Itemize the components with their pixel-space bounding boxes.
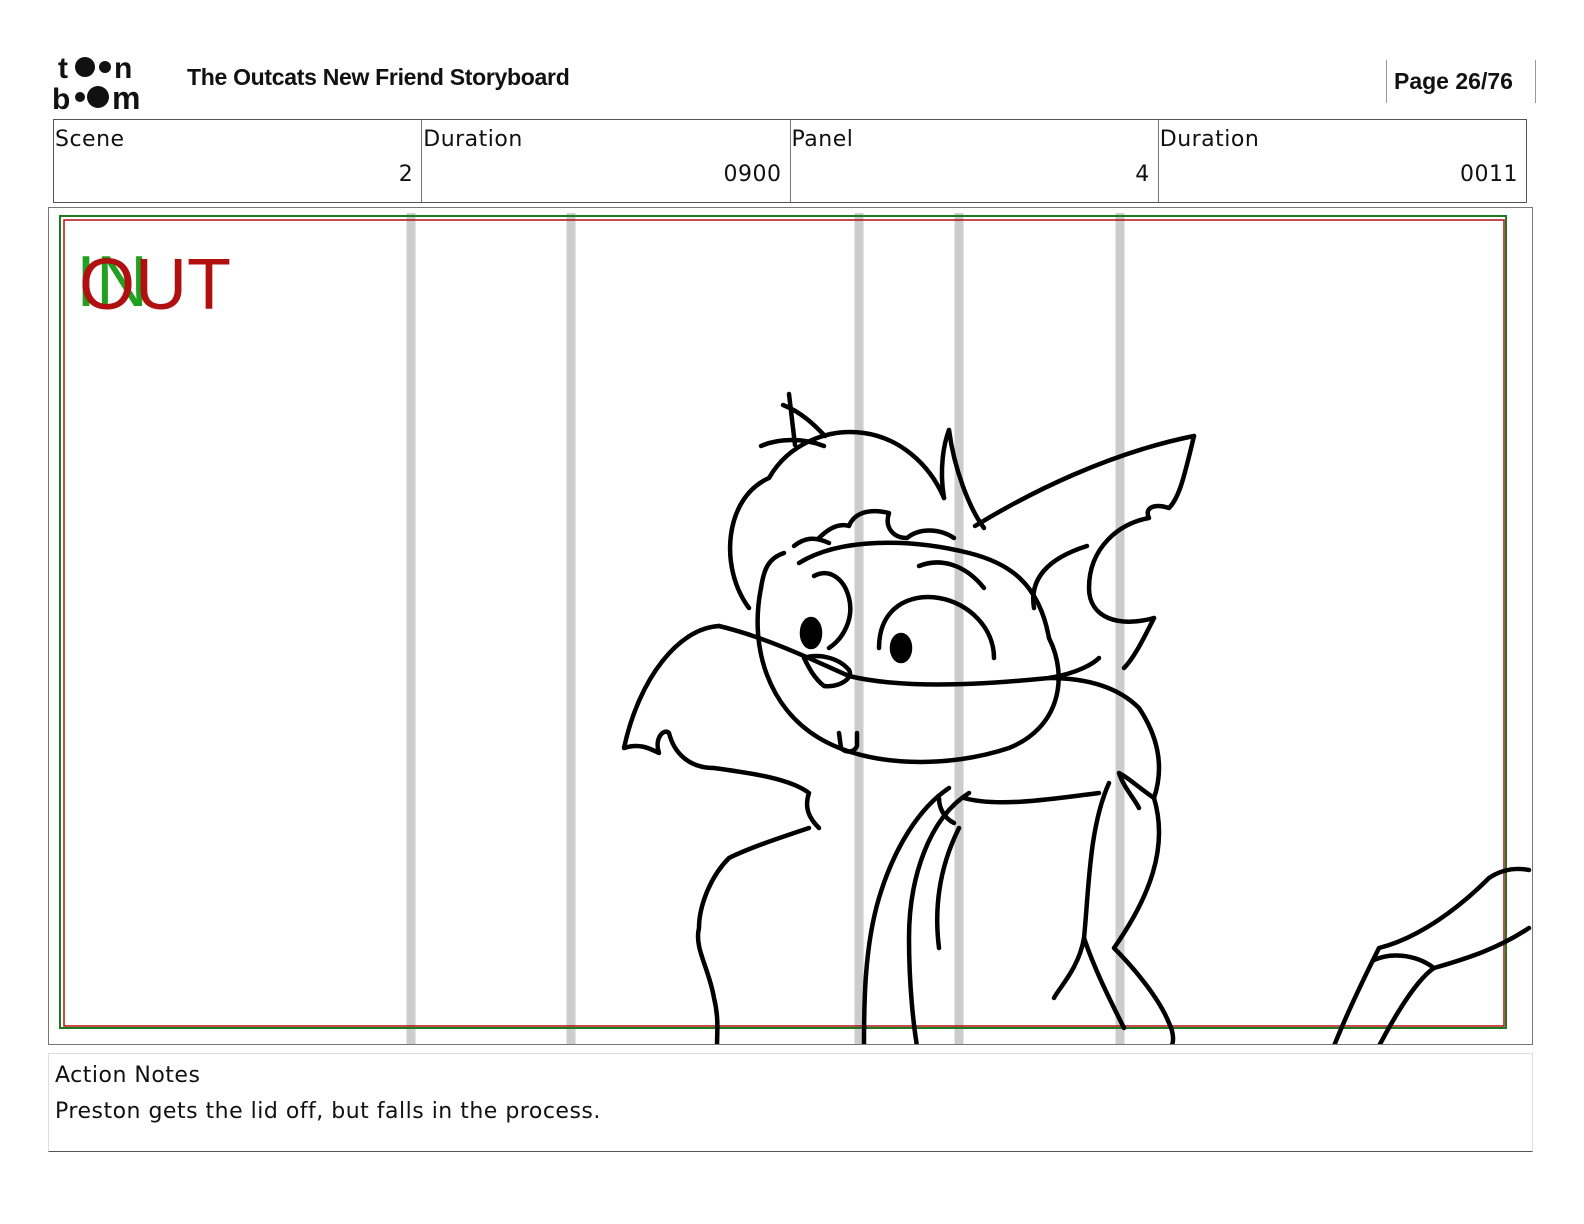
panel-value: 4 <box>1135 162 1150 187</box>
red-frame-border <box>63 219 1505 1027</box>
panel-duration-value: 0011 <box>1460 162 1518 187</box>
panel-duration-label: Duration <box>1159 127 1260 152</box>
panel-duration-cell: Duration 0011 <box>1159 120 1526 202</box>
toonboom-logo: t n b m <box>52 52 140 112</box>
action-notes-text: Preston gets the lid off, but falls in t… <box>55 1099 601 1124</box>
panel-cell: Panel 4 <box>791 120 1159 202</box>
scene-cell: Scene 2 <box>54 120 423 202</box>
scene-info-table: Scene 2 Duration 0900 Panel 4 Duration 0… <box>53 119 1527 203</box>
storyboard-panel: IN OUT <box>48 207 1533 1045</box>
action-notes-label: Action Notes <box>55 1063 201 1088</box>
cat-sketch <box>621 391 1532 1044</box>
scene-duration-value: 0900 <box>723 162 782 187</box>
out-marker: OUT <box>79 245 231 325</box>
panel-label: Panel <box>791 127 854 152</box>
svg-text:b: b <box>52 83 70 112</box>
svg-text:m: m <box>112 80 140 112</box>
scene-duration-cell: Duration 0900 <box>422 120 791 202</box>
scene-duration-label: Duration <box>423 127 523 152</box>
action-notes: Action Notes Preston gets the lid off, b… <box>48 1053 1533 1152</box>
page-number: Page 26/76 <box>1386 60 1536 103</box>
document-title: The Outcats New Friend Storyboard <box>187 64 570 90</box>
scene-label: Scene <box>55 127 125 152</box>
green-frame-border <box>59 215 1507 1029</box>
svg-text:t: t <box>58 52 68 85</box>
background-guides <box>406 213 1125 1044</box>
panel-drawing: IN OUT <box>59 213 1532 1044</box>
scene-value: 2 <box>398 162 414 187</box>
